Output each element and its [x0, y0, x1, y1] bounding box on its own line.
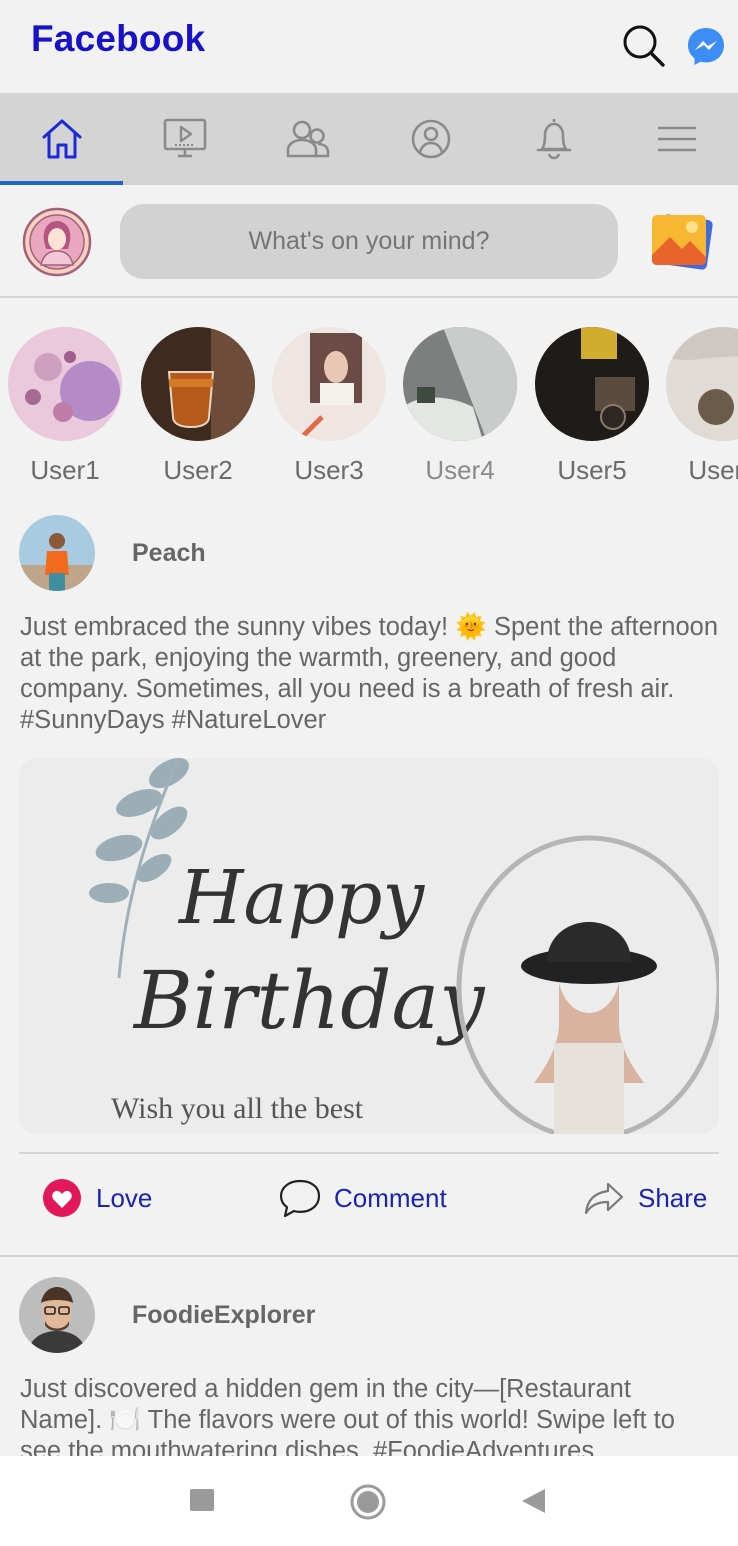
- story-user-name: User5: [557, 455, 627, 485]
- story-user-name: User4: [425, 455, 495, 485]
- tab-bar: [0, 93, 738, 185]
- tab-menu[interactable]: [615, 93, 738, 185]
- post-composer: [0, 185, 738, 298]
- story-item[interactable]: User6: [666, 327, 738, 486]
- photo-icon[interactable]: [648, 209, 714, 275]
- tab-home[interactable]: [0, 93, 123, 185]
- home-icon: [42, 119, 81, 159]
- post-actions: Love Comment Share: [0, 1153, 738, 1243]
- stories-row: User1 User2 User3 User4 User5 Use: [0, 300, 738, 490]
- story-thumbnail: [141, 327, 255, 441]
- story-item[interactable]: User4: [403, 327, 517, 486]
- post-header: Peach: [0, 515, 738, 595]
- image-caption: Wish you all the best: [111, 1092, 364, 1125]
- user-avatar[interactable]: [22, 207, 92, 277]
- author-name[interactable]: FoodieExplorer: [132, 1301, 315, 1330]
- image-text-happy: Happy: [177, 855, 425, 941]
- author-avatar[interactable]: [19, 515, 95, 591]
- story-item[interactable]: User1: [8, 327, 122, 486]
- search-icon[interactable]: [620, 22, 668, 70]
- post-text: Just embraced the sunny vibes today! 🌞 S…: [20, 613, 719, 734]
- app-bar: Facebook: [0, 0, 738, 93]
- share-label: Share: [638, 1182, 708, 1213]
- post-image[interactable]: Happy Birthday Wish you all the best: [19, 758, 719, 1134]
- back-icon[interactable]: [514, 1480, 554, 1520]
- friends-icon: [286, 120, 329, 158]
- love-button[interactable]: Love: [40, 1153, 152, 1243]
- story-user-name: User1: [30, 455, 100, 485]
- bell-icon: [536, 119, 571, 160]
- post-separator: [0, 1255, 738, 1257]
- comment-icon: [279, 1179, 321, 1218]
- story-user-name: User3: [294, 455, 364, 485]
- menu-icon: [657, 126, 696, 152]
- status-input[interactable]: [120, 204, 618, 279]
- system-nav-bar: [0, 1456, 738, 1546]
- story-user-name: User2: [163, 455, 233, 485]
- story-item[interactable]: User2: [141, 327, 255, 486]
- home-circle-icon[interactable]: [348, 1480, 388, 1520]
- love-label: Love: [96, 1182, 153, 1213]
- post-text: Just discovered a hidden gem in the city…: [20, 1375, 675, 1456]
- tab-watch[interactable]: [123, 93, 246, 185]
- messenger-icon[interactable]: [686, 26, 726, 66]
- story-user-name: User6: [688, 455, 738, 485]
- story-thumbnail: [403, 327, 517, 441]
- profile-icon: [411, 119, 450, 159]
- story-thumbnail: [535, 327, 649, 441]
- comment-button[interactable]: Comment: [278, 1153, 447, 1243]
- story-thumbnail: [8, 327, 122, 441]
- story-item[interactable]: User3: [272, 327, 386, 486]
- share-icon: [584, 1182, 624, 1215]
- share-button[interactable]: Share: [582, 1153, 707, 1243]
- heart-icon: [43, 1179, 81, 1217]
- story-item[interactable]: User5: [535, 327, 649, 486]
- comment-label: Comment: [334, 1182, 447, 1213]
- tab-profile[interactable]: [369, 93, 492, 185]
- story-thumbnail: [272, 327, 386, 441]
- recent-apps-icon[interactable]: [182, 1480, 222, 1520]
- image-text-birthday: Birthday: [132, 954, 486, 1047]
- author-avatar[interactable]: [19, 1277, 95, 1353]
- story-thumbnail: [666, 327, 738, 441]
- video-icon: [163, 118, 206, 158]
- tab-notifications[interactable]: [492, 93, 615, 185]
- tab-friends[interactable]: [246, 93, 369, 185]
- author-name[interactable]: Peach: [132, 539, 206, 568]
- app-logo[interactable]: Facebook: [31, 18, 205, 60]
- post-header: FoodieExplorer: [0, 1277, 738, 1357]
